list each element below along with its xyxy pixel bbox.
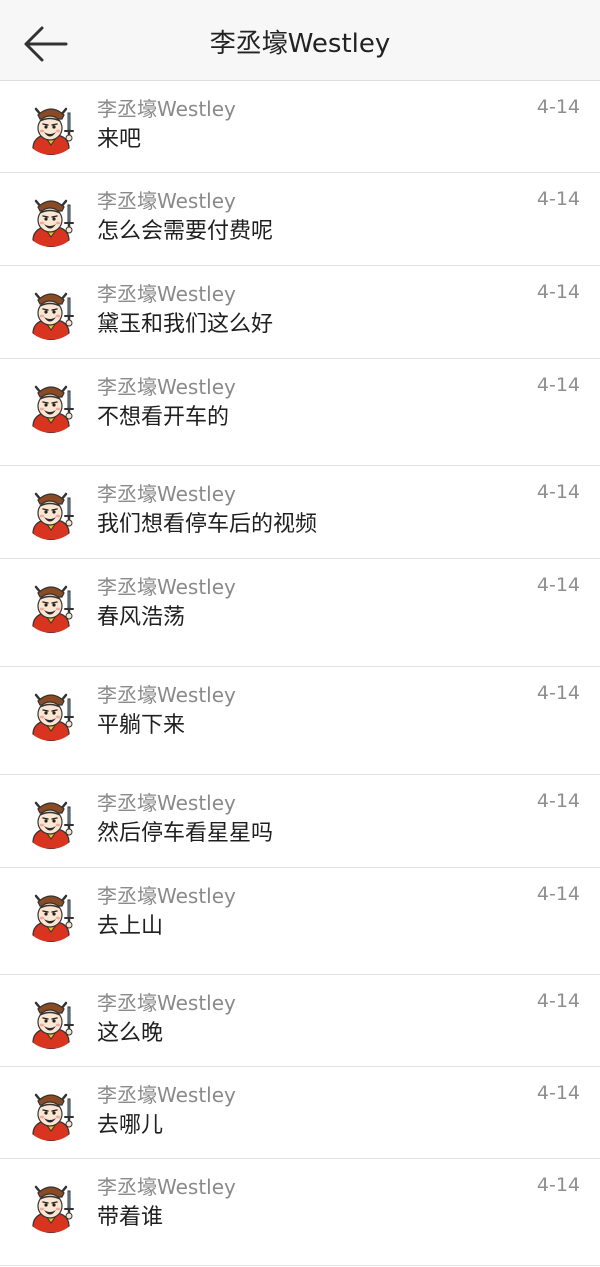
comment-author[interactable]: 李丞壕Westley bbox=[97, 481, 236, 507]
comment-row[interactable]: 李丞壕Westley 不想看开车的 4-14 bbox=[0, 359, 600, 466]
comment-text: 不想看开车的 bbox=[97, 405, 230, 430]
comment-row[interactable]: 李丞壕Westley 去哪儿 4-14 bbox=[0, 1067, 600, 1159]
avatar[interactable] bbox=[22, 884, 80, 942]
avatar[interactable] bbox=[22, 791, 80, 849]
comment-row[interactable]: 李丞壕Westley 来吧 4-14 bbox=[0, 81, 600, 173]
comment-date: 4-14 bbox=[536, 481, 580, 503]
comment-text: 去上山 bbox=[97, 914, 164, 939]
avatar[interactable] bbox=[22, 482, 80, 540]
comment-date: 4-14 bbox=[536, 990, 580, 1012]
comment-author[interactable]: 李丞壕Westley bbox=[97, 790, 236, 816]
comment-text: 怎么会需要付费呢 bbox=[97, 219, 274, 244]
avatar[interactable] bbox=[22, 1175, 80, 1233]
avatar[interactable] bbox=[22, 189, 80, 247]
comment-date: 4-14 bbox=[536, 374, 580, 396]
comment-author[interactable]: 李丞壕Westley bbox=[97, 281, 236, 307]
comment-date: 4-14 bbox=[536, 1082, 580, 1104]
comment-author[interactable]: 李丞壕Westley bbox=[97, 96, 236, 122]
comment-date: 4-14 bbox=[536, 188, 580, 210]
comment-date: 4-14 bbox=[536, 574, 580, 596]
comment-author[interactable]: 李丞壕Westley bbox=[97, 990, 236, 1016]
comment-row[interactable]: 李丞壕Westley 黛玉和我们这么好 4-14 bbox=[0, 266, 600, 359]
comment-author[interactable]: 李丞壕Westley bbox=[97, 1082, 236, 1108]
comment-author[interactable]: 李丞壕Westley bbox=[97, 574, 236, 600]
avatar[interactable] bbox=[22, 97, 80, 155]
back-arrow-icon[interactable] bbox=[18, 20, 74, 68]
comment-text: 然后停车看星星吗 bbox=[97, 821, 274, 846]
avatar[interactable] bbox=[22, 375, 80, 433]
comment-row[interactable]: 李丞壕Westley 去上山 4-14 bbox=[0, 868, 600, 975]
comment-list: 李丞壕Westley 来吧 4-14 李丞壕Westley 怎么会需要付费呢 4… bbox=[0, 81, 600, 1266]
comment-date: 4-14 bbox=[536, 883, 580, 905]
top-bar: 李丞壕Westley bbox=[0, 0, 600, 81]
comment-author[interactable]: 李丞壕Westley bbox=[97, 1174, 236, 1200]
comment-row[interactable]: 李丞壕Westley 然后停车看星星吗 4-14 bbox=[0, 775, 600, 868]
comment-row[interactable]: 李丞壕Westley 平躺下来 4-14 bbox=[0, 667, 600, 775]
comment-author[interactable]: 李丞壕Westley bbox=[97, 682, 236, 708]
comment-text: 我们想看停车后的视频 bbox=[97, 512, 318, 537]
comment-date: 4-14 bbox=[536, 682, 580, 704]
comment-row[interactable]: 李丞壕Westley 我们想看停车后的视频 4-14 bbox=[0, 466, 600, 559]
comment-date: 4-14 bbox=[536, 281, 580, 303]
comment-text: 黛玉和我们这么好 bbox=[97, 312, 274, 337]
avatar[interactable] bbox=[22, 1083, 80, 1141]
comment-text: 这么晚 bbox=[97, 1021, 164, 1046]
comment-row[interactable]: 李丞壕Westley 带着谁 4-14 bbox=[0, 1159, 600, 1266]
comment-date: 4-14 bbox=[536, 790, 580, 812]
comment-author[interactable]: 李丞壕Westley bbox=[97, 188, 236, 214]
avatar[interactable] bbox=[22, 282, 80, 340]
comment-row[interactable]: 李丞壕Westley 怎么会需要付费呢 4-14 bbox=[0, 173, 600, 266]
comment-text: 来吧 bbox=[97, 127, 142, 152]
page-title: 李丞壕Westley bbox=[209, 29, 391, 59]
comment-row[interactable]: 李丞壕Westley 这么晚 4-14 bbox=[0, 975, 600, 1067]
comment-date: 4-14 bbox=[536, 1174, 580, 1196]
avatar[interactable] bbox=[22, 991, 80, 1049]
avatar[interactable] bbox=[22, 575, 80, 633]
comment-text: 去哪儿 bbox=[97, 1113, 164, 1138]
comment-row[interactable]: 李丞壕Westley 春风浩荡 4-14 bbox=[0, 559, 600, 667]
comment-date: 4-14 bbox=[536, 96, 580, 118]
comment-text: 春风浩荡 bbox=[97, 605, 186, 630]
comment-text: 平躺下来 bbox=[97, 713, 186, 738]
avatar[interactable] bbox=[22, 683, 80, 741]
comment-author[interactable]: 李丞壕Westley bbox=[97, 374, 236, 400]
comment-text: 带着谁 bbox=[97, 1205, 164, 1230]
comment-author[interactable]: 李丞壕Westley bbox=[97, 883, 236, 909]
